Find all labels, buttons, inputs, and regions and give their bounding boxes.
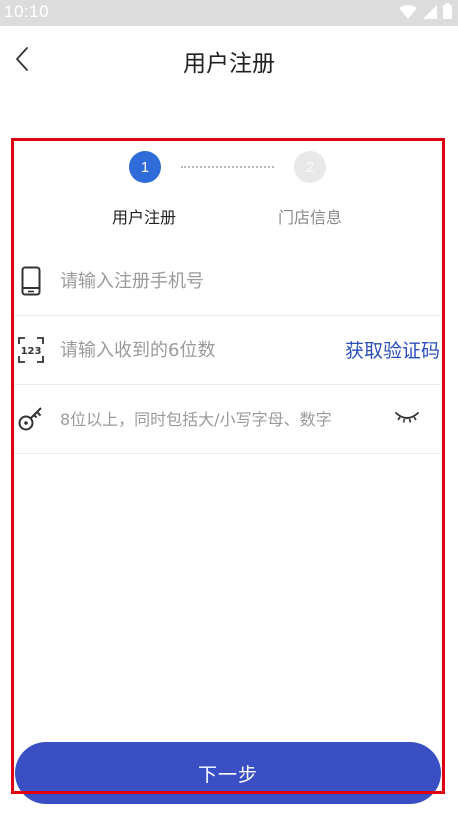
phone-input[interactable] [60, 261, 420, 301]
step-1-indicator: 1 [129, 151, 161, 183]
password-row [14, 385, 440, 454]
step-1-label: 用户注册 [112, 208, 177, 227]
phone-icon [18, 266, 44, 296]
phone-row [14, 247, 440, 316]
next-step-button[interactable]: 下一步 [15, 742, 441, 804]
step-2-indicator: 2 [294, 151, 326, 183]
password-visibility-toggle[interactable] [394, 407, 420, 431]
app-header: 用户注册 [0, 26, 458, 96]
key-icon [18, 404, 44, 434]
numeric-code-icon: 123 [18, 335, 44, 365]
svg-text:123: 123 [21, 346, 42, 357]
status-icons [399, 3, 452, 23]
status-bar: 10:10 [0, 0, 458, 26]
highlight-box [11, 138, 445, 794]
get-code-button[interactable]: 获取验证码 [345, 336, 440, 363]
status-time: 10:10 [4, 2, 50, 21]
verification-code-input[interactable] [60, 330, 330, 370]
password-input[interactable] [60, 399, 380, 439]
page-title: 用户注册 [183, 51, 275, 77]
step-connector [181, 166, 274, 168]
wifi-icon [399, 4, 417, 23]
cellular-signal-icon [423, 4, 437, 23]
verification-code-row: 123 获取验证码 [14, 316, 440, 385]
registration-stepper: 1 2 用户注册 门店信息 [0, 150, 458, 230]
step-2-label: 门店信息 [278, 208, 343, 227]
eye-closed-icon [395, 409, 419, 429]
battery-icon [443, 3, 452, 23]
